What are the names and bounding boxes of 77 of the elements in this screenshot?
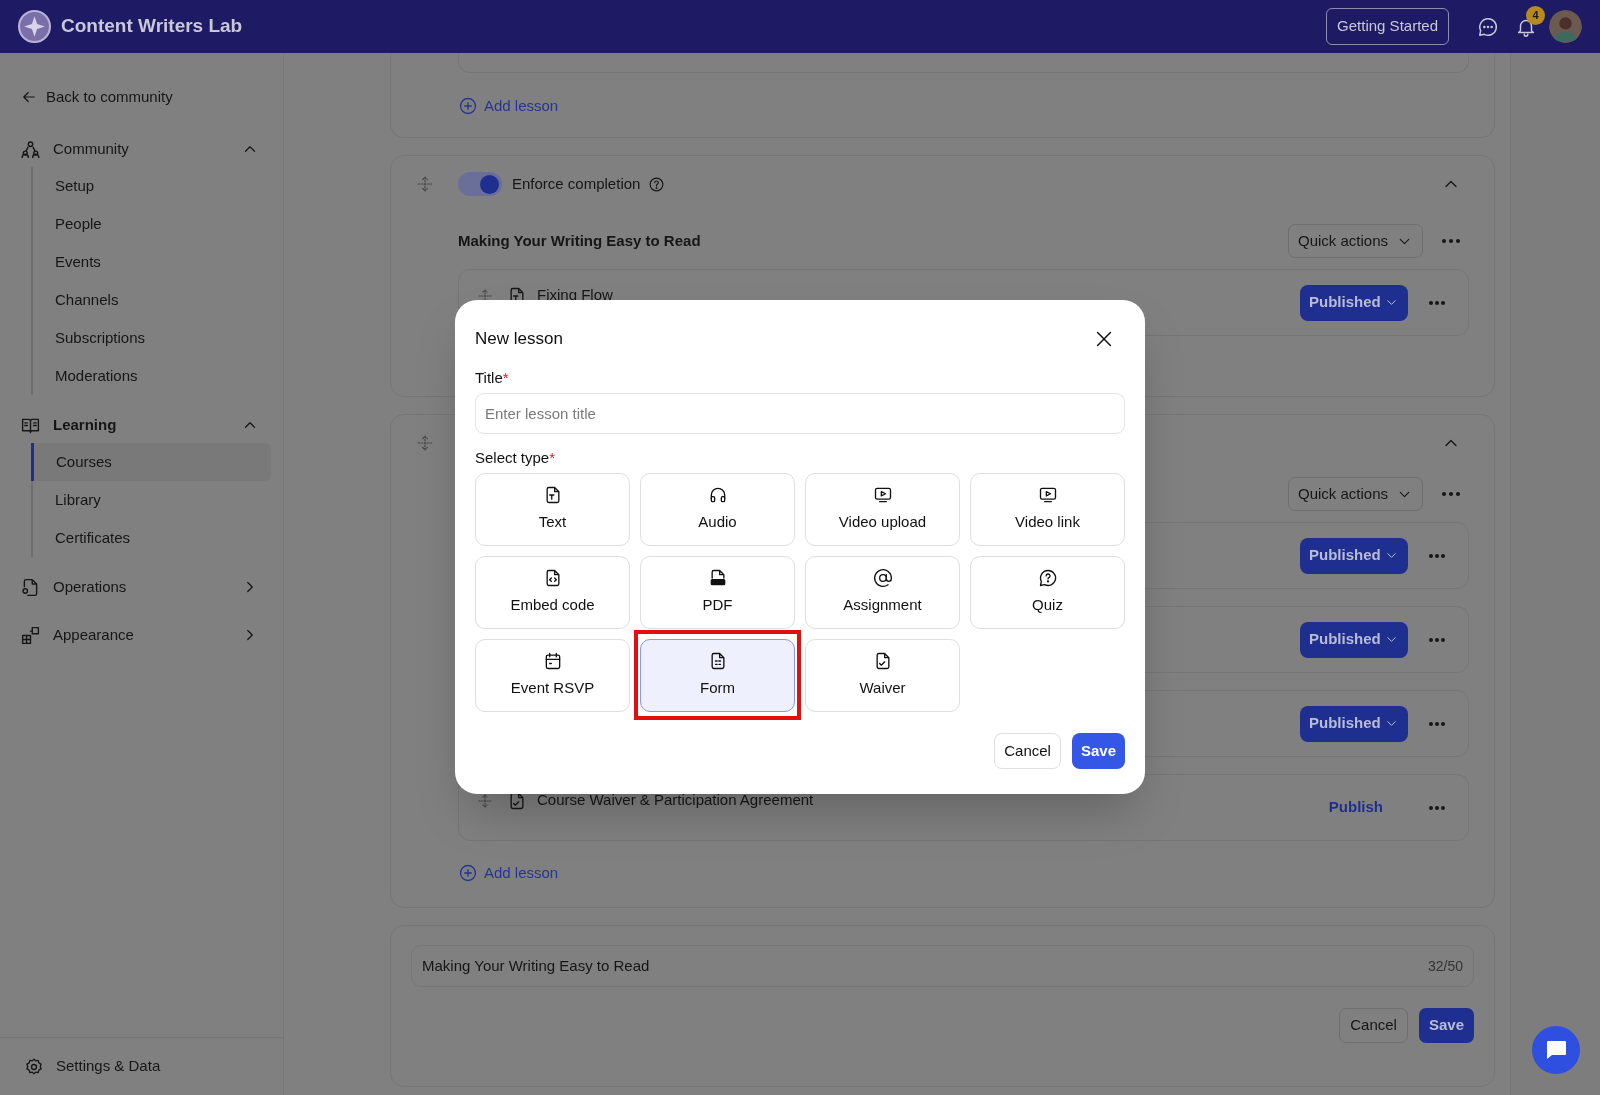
lesson-type-option[interactable]: Form [640,639,795,712]
more-icon[interactable] [1428,552,1446,559]
section-label: Operations [53,576,128,597]
sidebar-item[interactable]: Moderations [33,357,271,395]
logo-icon [18,10,51,43]
field-label: Select type* [475,447,556,468]
back-link[interactable]: Back to community [20,79,263,115]
plus-circle-icon [458,96,478,117]
cancel-button[interactable]: Cancel [1339,1008,1408,1043]
more-icon[interactable] [1428,636,1446,643]
publish-link[interactable]: Publish [1328,796,1383,819]
sidebar-section[interactable]: Learning [20,407,263,443]
lesson-type-option[interactable]: Assignment [805,556,960,629]
move-icon [416,434,434,452]
sidebar-item[interactable]: Channels [33,281,271,319]
getting-started-button[interactable]: Getting Started [1326,8,1449,45]
settings-link[interactable]: Settings & Data [0,1037,283,1095]
blocks-icon [20,624,41,646]
add-lesson-link[interactable]: Add lesson [458,95,559,118]
sidebar-section[interactable]: Operations [20,569,263,605]
lesson-type-option[interactable]: Embed code [475,556,630,629]
app-title: Content Writers Lab [61,14,243,39]
section-label: Appearance [53,624,135,645]
notification-badge: 4 [1526,5,1545,25]
add-lesson-link[interactable]: Add lesson [458,862,559,885]
dialog-title: New lesson [475,328,564,351]
community-icon [20,138,41,160]
save-button[interactable]: Save [1418,1008,1474,1043]
cancel-button[interactable]: Cancel [994,733,1061,769]
save-button[interactable]: Save [1071,733,1125,769]
plus-circle-icon [458,863,478,884]
lesson-type-option[interactable]: Video upload [805,473,960,546]
lesson-type-option[interactable]: Video link [970,473,1125,546]
lesson-type-option[interactable]: Quiz [970,556,1125,629]
status-dropdown[interactable]: Published [1300,621,1408,658]
lesson-type-option[interactable]: Text [475,473,630,546]
at-sign-icon [872,568,893,589]
help-icon [648,175,666,193]
sidebar-item[interactable]: People [33,205,271,243]
sidebar-section[interactable]: Appearance [20,617,263,653]
more-icon[interactable] [1428,804,1446,811]
lesson-type-option[interactable]: Waiver [805,639,960,712]
toggle-label: Enforce completion [512,173,641,194]
lesson-title-field[interactable]: Enter lesson title [475,393,1125,434]
sidebar-item[interactable]: Library [33,481,271,519]
status-dropdown[interactable]: Published [1300,537,1408,574]
chat-bubble-icon [1544,1039,1568,1061]
quick-actions-dropdown[interactable]: Quick actions [1288,477,1423,511]
more-icon[interactable] [1428,299,1446,306]
avatar[interactable] [1549,10,1582,43]
sidebar-item[interactable]: Setup [33,167,271,205]
more-icon[interactable] [1441,238,1461,244]
field-label: Title* [475,367,509,388]
more-icon[interactable] [1441,491,1461,497]
lesson-type-option[interactable]: Audio [640,473,795,546]
lesson-title: Course Waiver & Participation Agreement [537,790,814,811]
gear-icon [24,1056,44,1077]
section-label: Learning [53,414,118,435]
sidebar-section[interactable]: Community [20,131,263,167]
move-icon [416,175,434,193]
sidebar-item[interactable]: Certificates [33,519,271,557]
sidebar-item[interactable]: Events [33,243,271,281]
chat-icon [1477,15,1499,38]
section-label: Community [53,138,130,159]
character-counter: 32/50 [1427,956,1463,976]
quick-actions-dropdown[interactable]: Quick actions [1288,224,1423,258]
status-dropdown[interactable]: Published [1300,705,1408,742]
enforce-toggle[interactable] [458,172,502,196]
sidebar-item[interactable]: Courses [31,443,271,481]
module-title-field[interactable]: Making Your Writing Easy to Read 32/50 [411,945,1474,987]
sidebar-item[interactable]: Subscriptions [33,319,271,357]
more-icon[interactable] [1428,720,1446,727]
lesson-type-option[interactable]: Event RSVP [475,639,630,712]
lesson-type-option[interactable]: PDF [640,556,795,629]
question-bubble-icon [1037,568,1058,589]
module-title: Making Your Writing Easy to Read [458,230,701,251]
status-dropdown[interactable]: Published [1300,284,1408,321]
